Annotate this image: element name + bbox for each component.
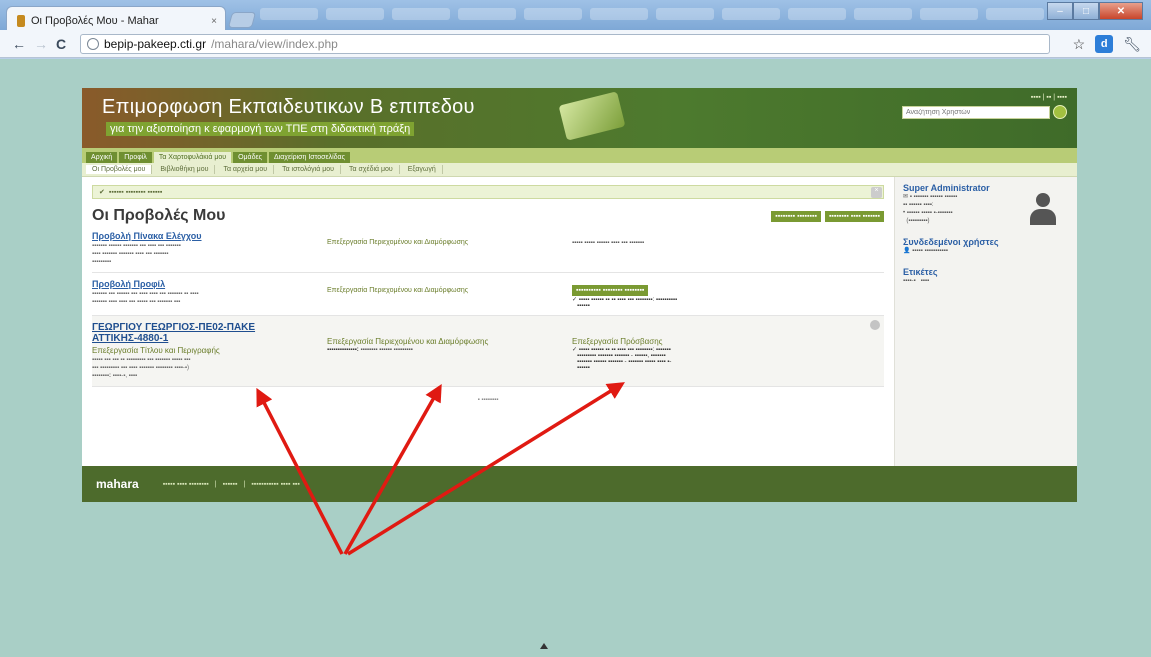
user-links[interactable]: ▪▪▪▪ | ▪▪ | ▪▪▪▪ [902, 94, 1067, 101]
view-note: ▪▪▪▪▪ ▪▪▪▪▪ ▪▪▪▪▪▪ ▪▪▪▪ ▪▪▪ ▪▪▪▪▪▪▪ [572, 240, 645, 246]
reload-icon[interactable]: C [56, 36, 66, 52]
access-button[interactable]: ▪▪▪▪▪▪▪▪▪▪ ▪▪▪▪▪▪▪▪ ▪▪▪▪▪▪▪▪ [572, 285, 649, 296]
tab-title: Οι Προβολές Μου - Mahar [31, 15, 159, 27]
forward-arrow-icon[interactable]: → [34, 36, 48, 52]
banner-graphic [558, 91, 626, 141]
mahara-page: Επιμορφωση Εκπαιδευτικων Β επιπεδου για … [82, 88, 1077, 502]
view-row: ΓΕΩΡΓΙΟΥ ΓΕΩΡΓΙΟΣ-ΠΕ02-ΠΑΚΕ ΑΤΤΙΚΗΣ-4880… [92, 316, 884, 387]
user-profile-block: Super Administrator ✉ ▪ ▪▪▪▪▪▪▪ ▪▪▪▪▪▪ ▪… [903, 183, 1069, 225]
tags-title: Ετικέτες [903, 267, 938, 277]
access-note: ✓ ▪▪▪▪▪ ▪▪▪▪▪▪ ▪▪ ▪▪ ▪▪▪▪ ▪▪▪ ▪▪▪▪▪▪▪▪: … [572, 297, 678, 309]
main-nav-admin[interactable]: Διαχείριση Ιστοσελίδας [269, 152, 350, 163]
access-note: ✓ ▪▪▪▪▪ ▪▪▪▪▪▪ ▪▪ ▪▪ ▪▪▪▪ ▪▪▪ ▪▪▪▪▪▪▪▪: … [572, 347, 672, 371]
avatar [1029, 193, 1057, 227]
sub-nav-files[interactable]: Τα αρχεία μου [217, 165, 275, 174]
main-column: ✔ ▪▪▪▪▪▪ ▪▪▪▪▪▪▪▪ ▪▪▪▪▪▪ × Οι Προβολές Μ… [82, 177, 894, 466]
view-row: Προβολή Προφίλ ▪▪▪▪▪▪▪ ▪▪▪ ▪▪▪▪▪▪ ▪▪▪ ▪▪… [92, 273, 884, 316]
toolbar-right: ☆ d 🔧︎ [1073, 35, 1141, 53]
page-title: Οι Προβολές Μου [92, 207, 226, 224]
copy-view-button[interactable]: ▪▪▪▪▪▪▪▪ ▪▪▪▪ ▪▪▪▪▪▪▪ [824, 210, 884, 222]
status-message-text: ▪▪▪▪▪▪ ▪▪▪▪▪▪▪▪ ▪▪▪▪▪▪ [108, 188, 163, 196]
online-users-list: 👤 ▪▪▪▪▪ ▪▪▪▪▪▪▪▪▪▪▪ [903, 248, 948, 254]
address-bar[interactable]: bepip-pakeep.cti.gr/mahara/view/index.ph… [80, 34, 1050, 54]
tags-list[interactable]: ▪▪▪▪-▪ ▪▪▪▪ [903, 277, 1069, 285]
mahara-favicon-icon [17, 15, 25, 27]
sub-nav-library[interactable]: Βιβλιοθήκη μου [154, 165, 216, 174]
wrench-icon[interactable]: 🔧︎ [1123, 36, 1141, 53]
site-subtitle: για την αξιοποίηση κ εφαρμογή των ΤΠΕ στ… [106, 122, 415, 136]
main-nav-groups[interactable]: Ομάδες [233, 152, 267, 163]
mahara-logo[interactable]: mahara [96, 477, 139, 491]
mouse-cursor-icon [540, 643, 548, 649]
browser-tab[interactable]: Οι Προβολές Μου - Mahar × [6, 6, 226, 30]
view-title-link[interactable]: Προβολή Πίνακα Ελέγχου [92, 231, 319, 241]
main-nav-portfolio[interactable]: Τα Χαρτοφυλάκιά μου [153, 152, 232, 163]
page-viewport: Επιμορφωση Εκπαιδευτικων Β επιπεδου για … [0, 59, 1151, 657]
close-window-button[interactable]: ✕ [1099, 2, 1143, 20]
sub-nav: Οι Προβολές μου Βιβλιοθήκη μου Τα αρχεία… [82, 163, 1077, 177]
main-nav-home[interactable]: Αρχική [86, 152, 118, 163]
banner-user-area: ▪▪▪▪ | ▪▪ | ▪▪▪▪ [902, 94, 1067, 119]
user-search-input[interactable] [902, 105, 1050, 119]
sub-nav-export[interactable]: Εξαγωγή [402, 165, 443, 174]
browser-titlebar: Οι Προβολές Μου - Mahar × – □ ✕ [0, 0, 1151, 30]
tab-close-icon[interactable]: × [211, 16, 217, 27]
edit-layout-link[interactable]: Επεξεργασία Περιεχομένου και Διαμόρφωσης [327, 287, 564, 294]
status-message: ✔ ▪▪▪▪▪▪ ▪▪▪▪▪▪▪▪ ▪▪▪▪▪▪ [92, 185, 884, 199]
footer-links: ▪▪▪▪▪ ▪▪▪▪ ▪▪▪▪▪▪▪▪ | ▪▪▪▪▪▪ | ▪▪▪▪▪▪▪▪▪▪▪… [162, 480, 300, 488]
pagination: ▪ ▪▪▪▪▪▪▪▪ [477, 397, 499, 403]
sidebar-user-name[interactable]: Super Administrator [903, 183, 1069, 193]
back-arrow-icon[interactable]: ← [12, 36, 26, 52]
online-users-title: Συνδεδεμένοι χρήστες [903, 237, 999, 247]
sub-nav-my-views[interactable]: Οι Προβολές μου [86, 165, 153, 174]
site-banner: Επιμορφωση Εκπαιδευτικων Β επιπεδου για … [82, 88, 1077, 148]
view-description: ▪▪▪▪▪▪▪ ▪▪▪▪▪▪ ▪▪▪▪▪▪▪ ▪▪▪ ▪▪▪▪ ▪▪▪ ▪▪▪▪… [92, 243, 181, 265]
url-host: bepip-pakeep.cti.gr [104, 37, 207, 51]
create-view-button[interactable]: ▪▪▪▪▪▪▪▪ ▪▪▪▪▪▪▪▪ [771, 210, 821, 222]
view-description: ▪▪▪▪▪ ▪▪▪ ▪▪▪ ▪▪ ▪▪▪▪▪▪▪▪▪ ▪▪▪ ▪▪▪▪▪▪▪ ▪… [92, 357, 191, 379]
tags-block: Ετικέτες ▪▪▪▪-▪ ▪▪▪▪ [903, 267, 1069, 285]
site-title: Επιμορφωση Εκπαιδευτικων Β επιπεδου [102, 96, 475, 118]
edit-layout-link[interactable]: Επεξεργασία Περιεχομένου και Διαμόρφωσης [327, 239, 564, 246]
edit-title-link[interactable]: Επεξεργασία Τίτλου και Περιγραφής [92, 346, 319, 355]
gear-icon[interactable] [870, 320, 880, 330]
browser-toolbar: ← → C bepip-pakeep.cti.gr/mahara/view/in… [0, 30, 1151, 58]
new-tab-button[interactable] [227, 12, 257, 28]
search-go-button[interactable] [1053, 105, 1067, 119]
window-controls: – □ ✕ [1047, 2, 1143, 20]
check-icon: ✔ [99, 189, 105, 196]
content-area: ✔ ▪▪▪▪▪▪ ▪▪▪▪▪▪▪▪ ▪▪▪▪▪▪ × Οι Προβολές Μ… [82, 177, 1077, 466]
main-nav: Αρχική Προφίλ Τα Χαρτοφυλάκιά μου Ομάδες… [82, 148, 1077, 163]
minimize-button[interactable]: – [1047, 2, 1073, 20]
view-description: ▪▪▪▪▪▪▪ ▪▪▪ ▪▪▪▪▪▪ ▪▪▪ ▪▪▪▪ ▪▪▪▪ ▪▪▪ ▪▪▪… [92, 291, 199, 305]
url-path: /mahara/view/index.php [211, 37, 338, 51]
view-title-link[interactable]: ΓΕΩΡΓΙΟΥ ΓΕΩΡΓΙΟΣ-ΠΕ02-ΠΑΚΕ ΑΤΤΙΚΗΣ-4880… [92, 322, 319, 344]
search-row [902, 105, 1067, 119]
sub-nav-blogs[interactable]: Τα ιστολόγιά μου [276, 165, 341, 174]
edit-content-link[interactable]: Επεξεργασία Περιεχομένου και Διαμόρφωσης [327, 337, 564, 346]
page-header: Οι Προβολές Μου ▪▪▪▪▪▪▪▪ ▪▪▪▪▪▪▪▪ ▪▪▪▪▪▪… [92, 207, 884, 225]
online-users-block: Συνδεδεμένοι χρήστες 👤 ▪▪▪▪▪ ▪▪▪▪▪▪▪▪▪▪▪ [903, 237, 1069, 255]
star-icon[interactable]: ☆ [1073, 36, 1086, 53]
view-row: Προβολή Πίνακα Ελέγχου ▪▪▪▪▪▪▪ ▪▪▪▪▪▪ ▪▪… [92, 225, 884, 273]
extension-icon[interactable]: d [1095, 35, 1114, 53]
page-actions: ▪▪▪▪▪▪▪▪ ▪▪▪▪▪▪▪▪ ▪▪▪▪▪▪▪▪ ▪▪▪▪ ▪▪▪▪▪▪▪ [771, 210, 884, 222]
footer-link[interactable]: ▪▪▪▪▪▪▪▪▪▪▪ ▪▪▪▪ ▪▪▪ [251, 481, 300, 488]
sub-nav-plans[interactable]: Τα σχέδιά μου [343, 165, 400, 174]
edit-access-link[interactable]: Επεξεργασία Πρόσβασης [572, 337, 862, 346]
footer-link[interactable]: ▪▪▪▪▪ ▪▪▪▪ ▪▪▪▪▪▪▪▪ [163, 481, 209, 488]
globe-icon [87, 38, 99, 50]
footer-link[interactable]: ▪▪▪▪▪▪ [223, 481, 238, 488]
view-title-link[interactable]: Προβολή Προφίλ [92, 279, 319, 289]
main-nav-profile[interactable]: Προφίλ [119, 152, 152, 163]
taskbar-blur [260, 8, 1044, 20]
close-message-icon[interactable]: × [871, 187, 882, 198]
sidebar: Super Administrator ✉ ▪ ▪▪▪▪▪▪▪ ▪▪▪▪▪▪ ▪… [894, 177, 1077, 466]
maximize-button[interactable]: □ [1073, 2, 1099, 20]
category-note: ▪▪▪▪▪▪▪▪▪▪▪▪▪▪: ▪▪▪▪▪▪▪▪ ▪▪▪▪▪▪ ▪▪▪▪▪▪▪▪… [327, 347, 413, 353]
site-footer: mahara ▪▪▪▪▪ ▪▪▪▪ ▪▪▪▪▪▪▪▪ | ▪▪▪▪▪▪ | ▪▪▪▪… [82, 466, 1077, 502]
